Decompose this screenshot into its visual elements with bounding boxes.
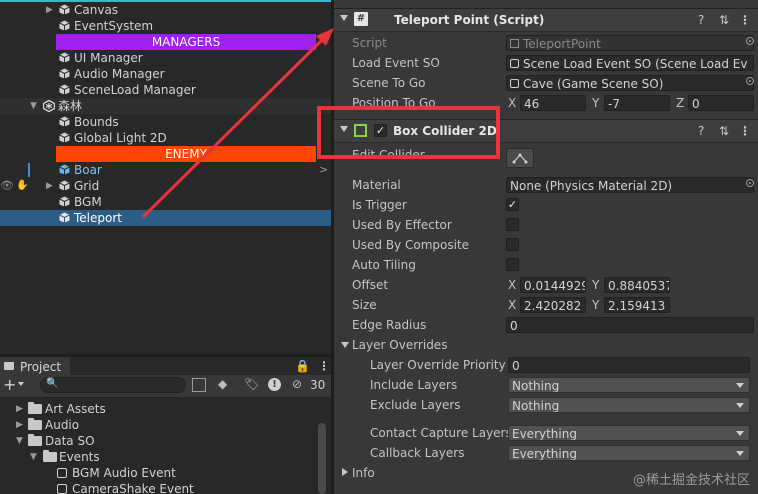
watermark-text: @稀土掘金技术社区: [632, 473, 750, 488]
annotation-arrow-line: [141, 34, 328, 219]
annotation-arrow: [141, 28, 334, 219]
